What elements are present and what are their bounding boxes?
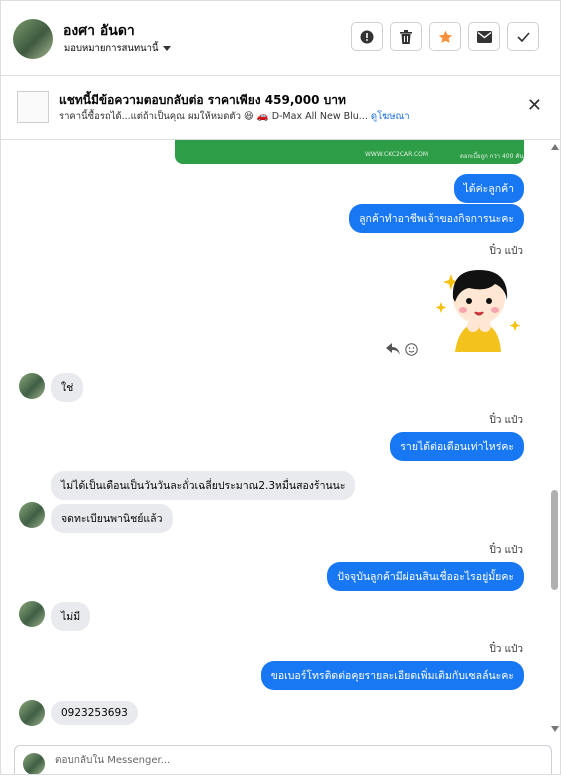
view-ad-link[interactable]: ดูโฆษณา: [371, 111, 410, 122]
mark-done-button[interactable]: [507, 22, 539, 51]
banner-url: WWW.CKC2CAR.COM: [365, 151, 429, 158]
sender-name: ปิ๋ว แป๋ว: [489, 545, 523, 556]
star-button[interactable]: [429, 22, 461, 51]
scroll-up-icon[interactable]: [551, 144, 559, 150]
mail-button[interactable]: [468, 22, 500, 51]
trash-icon: [400, 29, 412, 44]
message-bubble-incoming[interactable]: จดทะเบียนพานิชย์แล้ว: [51, 504, 173, 533]
check-icon: [516, 31, 530, 42]
avatar: [23, 753, 45, 774]
alert-icon: [360, 30, 374, 43]
avatar[interactable]: [13, 19, 53, 59]
sticker-girl-icon[interactable]: [429, 262, 525, 354]
mail-icon: [476, 30, 492, 43]
reply-icon[interactable]: [386, 343, 400, 358]
chat-window: องศา อันดา มอบหมายการสนทนานี้ แชทนี้มีข้…: [0, 0, 561, 775]
reply-input[interactable]: [53, 754, 457, 767]
ad-title: แชทนี้มีข้อความตอบกลับต่อ ราคาเพียง 459,…: [59, 93, 346, 107]
message-bubble-outgoing[interactable]: ขอเบอร์โทรติดต่อคุยรายละเอียดเพิ่มเติมกั…: [260, 661, 524, 690]
avatar[interactable]: [19, 700, 45, 726]
sender-name: ปิ๋ว แป๋ว: [489, 644, 523, 655]
caret-down-icon: [162, 46, 171, 51]
assign-label: มอบหมายการสนทนานี้: [64, 43, 159, 54]
banner-right-text: ดอกเบี้ยถูก กว่า 400 คัน: [460, 153, 524, 160]
scroll-down-icon[interactable]: [551, 726, 559, 732]
sender-name: ปิ๋ว แป๋ว: [489, 246, 523, 257]
message-bubble-outgoing[interactable]: ลูกค้าทำอาชีพเจ้าของกิจการนะคะ: [349, 204, 524, 233]
ad-subtitle: ราคานี้ซื้อรถได้...แต่ถ้าเป็นคุณ ผมให้หม…: [59, 111, 368, 122]
avatar[interactable]: [19, 502, 45, 528]
reply-composer: [14, 745, 552, 774]
sender-name: ปิ๋ว แป๋ว: [489, 415, 523, 426]
contact-name[interactable]: องศา อันดา: [63, 20, 135, 42]
message-bubble-outgoing[interactable]: ปัจจุบันลูกค้ามีผ่อนสินเชื่ออะไรอยู่มั้ย…: [327, 562, 524, 591]
scrollbar-thumb[interactable]: [551, 490, 558, 590]
shared-image[interactable]: WWW.CKC2CAR.COM ดอกเบี้ยถูก กว่า 400 คัน: [175, 140, 524, 164]
header-actions: [351, 22, 539, 51]
assign-conversation-dropdown[interactable]: มอบหมายการสนทนานี้: [64, 41, 171, 56]
mark-spam-button[interactable]: [351, 22, 383, 51]
avatar[interactable]: [19, 601, 45, 627]
message-bubble-incoming[interactable]: ไม่ได้เป็นเดือนเป็นวันวันละถั่วเฉลี่ยประ…: [51, 471, 356, 500]
ad-thumbnail: [17, 91, 49, 123]
star-icon: [438, 30, 452, 43]
delete-button[interactable]: [390, 22, 422, 51]
message-bubble-outgoing[interactable]: ได้ค่ะลูกค้า: [453, 174, 524, 203]
avatar[interactable]: [19, 373, 45, 399]
message-bubble-incoming[interactable]: ใช่: [51, 373, 84, 402]
react-emoji-icon[interactable]: [405, 343, 418, 359]
message-bubble-incoming[interactable]: 0923253693: [51, 701, 138, 725]
close-icon[interactable]: ✕: [527, 97, 542, 115]
scrollbar[interactable]: [548, 140, 560, 738]
message-bubble-incoming[interactable]: ไม่มี: [51, 602, 91, 631]
chat-header: องศา อันดา มอบหมายการสนทนานี้: [1, 1, 560, 76]
conversation: WWW.CKC2CAR.COM ดอกเบี้ยถูก กว่า 400 คัน…: [1, 140, 548, 738]
ad-reference-bar: แชทนี้มีข้อความตอบกลับต่อ ราคาเพียง 459,…: [1, 75, 560, 140]
message-bubble-outgoing[interactable]: รายได้ต่อเดือนเท่าไหร่คะ: [390, 432, 524, 461]
ad-subtitle-row: ราคานี้ซื้อรถได้...แต่ถ้าเป็นคุณ ผมให้หม…: [59, 109, 410, 124]
